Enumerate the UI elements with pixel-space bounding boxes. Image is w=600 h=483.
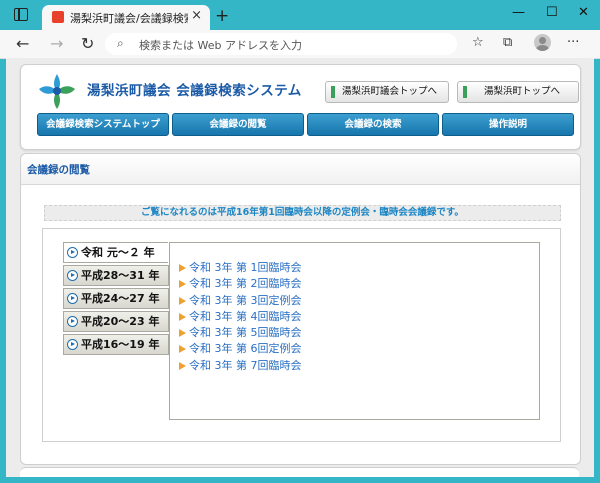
address-bar[interactable]: ⌕ 検索または Web アドレスを入力 [105,33,457,55]
maximize-icon[interactable]: ☐ [546,5,558,20]
tab-close-icon[interactable]: × [191,8,202,23]
year-tab-reiwa[interactable]: 令和 元～２ 年 [63,242,168,263]
year-tab-label: 平成24～27 年 [81,292,160,305]
title-bar: 湯梨浜町議会/会議録検索システム × + — ☐ ✕ [0,0,600,30]
sidebar-toggle-icon[interactable] [14,8,28,21]
year-tab-label: 平成28～31 年 [81,269,160,282]
window-close-icon[interactable]: ✕ [578,5,589,20]
page-viewport: 湯梨浜町議会 会議録検索システム 湯梨浜町議会トップへ 湯梨浜町トップへ 会議録… [6,58,594,477]
play-circle-icon [67,270,78,281]
nav-help[interactable]: 操作説明 [442,113,574,136]
nav-browse[interactable]: 会議録の閲覧 [172,113,304,136]
council-top-link[interactable]: 湯梨浜町議会トップへ [325,81,449,103]
footer-panel [20,467,579,477]
site-title: 湯梨浜町議会 会議録検索システム [87,83,302,99]
year-tab-h16-19[interactable]: 平成16～19 年 [63,334,169,355]
tab-title: 湯梨浜町議会/会議録検索システム [70,12,188,25]
link-marker-icon [463,86,467,98]
meeting-link[interactable]: 令和 3年 第 5回臨時会 [178,325,302,341]
meeting-link[interactable]: 令和 3年 第 6回定例会 [178,341,302,357]
browser-window: 湯梨浜町議会/会議録検索システム × + — ☐ ✕ ← → ↻ ⌕ 検索または… [0,0,600,483]
browser-toolbar: ← → ↻ ⌕ 検索または Web アドレスを入力 ☆ ⧉ ··· [0,30,600,59]
play-circle-icon [67,293,78,304]
browser-tab[interactable]: 湯梨浜町議会/会議録検索システム × [42,5,210,30]
town-top-link-label: 湯梨浜町トップへ [484,86,561,97]
favicon-icon [52,11,64,23]
browse-frame: 令和 元～２ 年 平成28～31 年 平成24～27 年 平成20～23 年 平… [42,228,561,442]
minimize-icon[interactable]: — [512,5,525,20]
year-tab-h20-23[interactable]: 平成20～23 年 [63,311,169,332]
new-tab-icon[interactable]: + [215,6,229,26]
back-icon[interactable]: ← [16,34,29,53]
play-circle-icon [67,316,78,327]
meeting-link[interactable]: 令和 3年 第 4回臨時会 [178,309,302,325]
year-tabs: 令和 元～２ 年 平成28～31 年 平成24～27 年 平成20～23 年 平… [63,242,169,357]
profile-icon[interactable] [534,34,551,51]
town-logo-icon [39,74,75,109]
year-tab-label: 平成20～23 年 [81,315,160,328]
town-top-link[interactable]: 湯梨浜町トップへ [457,81,579,103]
refresh-icon[interactable]: ↻ [81,34,94,53]
search-icon: ⌕ [117,36,124,50]
meeting-link[interactable]: 令和 3年 第 2回臨時会 [178,276,302,292]
play-circle-icon [67,339,78,350]
meeting-list-box: 令和 3年 第 1回臨時会 令和 3年 第 2回臨時会 令和 3年 第 3回定例… [169,242,540,420]
nav-search[interactable]: 会議録の検索 [307,113,439,136]
year-tab-h24-27[interactable]: 平成24～27 年 [63,288,169,309]
year-tab-h28-31[interactable]: 平成28～31 年 [63,265,169,286]
main-nav: 会議録検索システムトップ 会議録の閲覧 会議録の検索 操作説明 [37,113,574,136]
nav-system-top[interactable]: 会議録検索システムトップ [37,113,169,136]
meeting-link[interactable]: 令和 3年 第 1回臨時会 [178,260,302,276]
site-header: 湯梨浜町議会 会議録検索システム 湯梨浜町議会トップへ 湯梨浜町トップへ 会議録… [20,64,581,150]
council-top-link-label: 湯梨浜町議会トップへ [342,86,438,97]
forward-icon[interactable]: → [50,34,63,53]
collections-icon[interactable]: ⧉ [503,35,512,50]
address-placeholder: 検索または Web アドレスを入力 [139,39,302,52]
notice-text: ご覧になれるのは平成16年第1回臨時会以降の定例会・臨時会会議録です。 [44,205,561,221]
meeting-link[interactable]: 令和 3年 第 3回定例会 [178,293,302,309]
meeting-list: 令和 3年 第 1回臨時会 令和 3年 第 2回臨時会 令和 3年 第 3回定例… [178,260,302,374]
year-tab-label: 平成16～19 年 [81,338,160,351]
meeting-link[interactable]: 令和 3年 第 7回臨時会 [178,358,302,374]
link-marker-icon [331,86,335,98]
favorites-icon[interactable]: ☆ [472,35,484,50]
more-icon[interactable]: ··· [567,35,579,50]
section-title: 会議録の閲覧 [27,164,90,176]
play-circle-icon [67,247,78,258]
year-tab-label: 令和 元～２ 年 [81,246,155,259]
browse-panel: 会議録の閲覧 ご覧になれるのは平成16年第1回臨時会以降の定例会・臨時会会議録で… [20,153,581,465]
section-header: 会議録の閲覧 [21,154,580,185]
